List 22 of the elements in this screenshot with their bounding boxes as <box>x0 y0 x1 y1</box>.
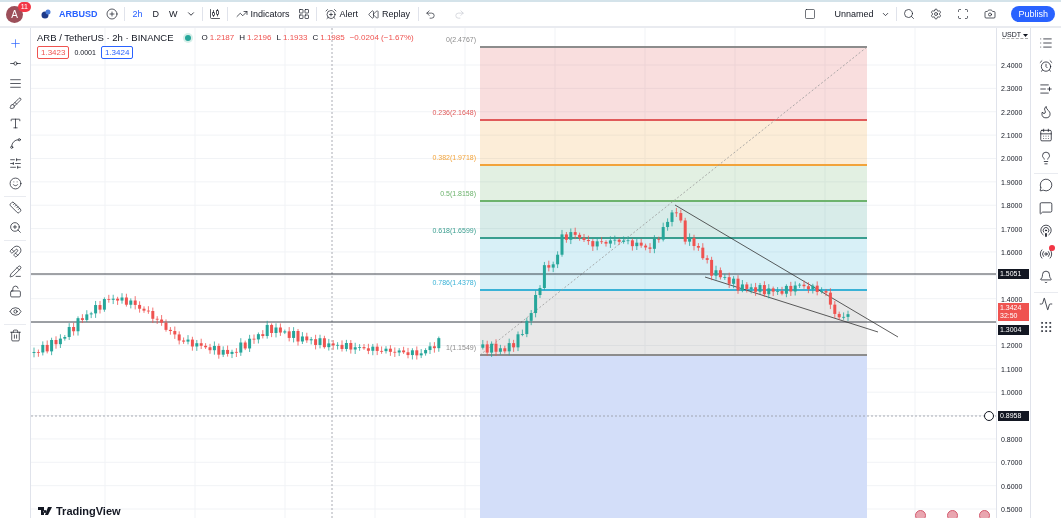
publish-button[interactable]: Publish <box>1011 6 1055 22</box>
ohlc-value: 1.2187 <box>209 33 235 42</box>
ohlc-key: L <box>276 33 281 42</box>
price-change: −0.0204 (−1.67%) <box>349 33 414 42</box>
ohlc-value: 1.1985 <box>320 33 345 42</box>
buy-price-button[interactable]: 1.3424 <box>100 46 134 59</box>
sell-price-button[interactable]: 1.3423 <box>37 46 70 59</box>
layout-name-button[interactable]: Unnamed <box>832 9 876 19</box>
replay-button[interactable]: Replay <box>366 8 413 20</box>
symbol-title: ARB / TetherUS · 2h · BINANCE <box>37 32 174 43</box>
ohlc-key: H <box>239 33 246 42</box>
indicators-button[interactable]: Indicators <box>233 8 292 20</box>
interval-tab[interactable]: D <box>150 9 162 19</box>
brand-name: TradingView <box>56 505 121 517</box>
ohlc-value: 1.1933 <box>282 33 308 42</box>
ohlc-value: 1.2196 <box>247 33 272 42</box>
interval-tab[interactable]: 2h <box>130 9 145 19</box>
symbol-button[interactable]: ARBUSD <box>57 9 100 19</box>
ohlc-key: C <box>312 33 319 42</box>
interval-tab[interactable]: W <box>167 9 180 19</box>
alert-button[interactable]: Alert <box>322 8 361 20</box>
ohlc-key: O <box>201 33 208 42</box>
